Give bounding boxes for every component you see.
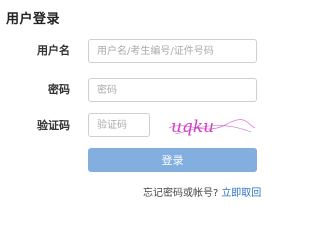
username-input[interactable]: [88, 39, 257, 63]
password-label: 密码: [48, 83, 70, 96]
captcha-label: 验证码: [37, 119, 70, 132]
captcha-text: uqku: [171, 117, 214, 137]
username-label: 用户名: [37, 44, 70, 57]
password-input[interactable]: [88, 78, 257, 102]
recover-link[interactable]: 立即取回: [221, 188, 261, 199]
captcha-input[interactable]: [88, 113, 150, 137]
captcha-image[interactable]: uqku: [165, 110, 257, 140]
forgot-row: 忘记密码或帐号? 立即取回: [143, 184, 261, 199]
login-button[interactable]: 登录: [88, 148, 257, 172]
page-title: 用户登录: [6, 12, 61, 27]
forgot-text: 忘记密码或帐号?: [143, 188, 219, 199]
